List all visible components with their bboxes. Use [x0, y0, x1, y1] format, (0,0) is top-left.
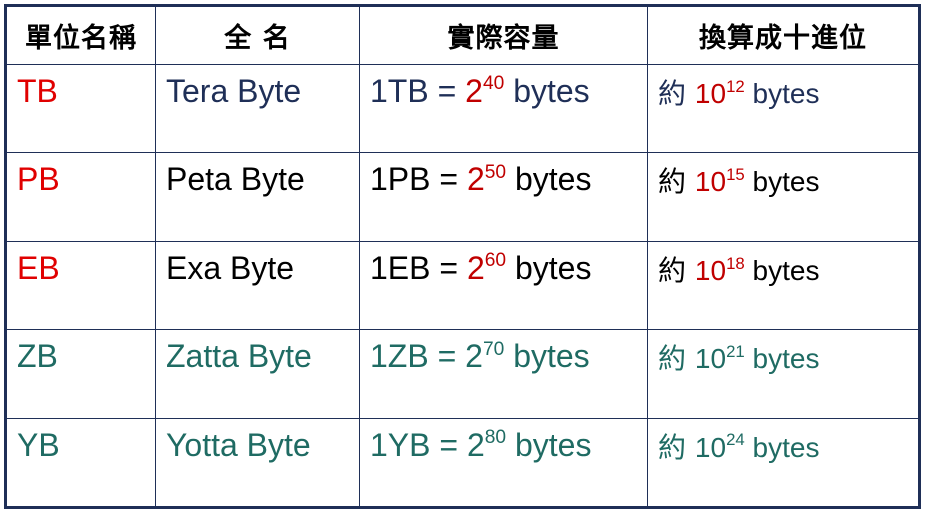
decimal-approx-cell: 約 1018 bytes: [647, 240, 919, 331]
decimal-approx-cell: 約 1024 bytes: [647, 417, 919, 508]
full-name: Yotta Byte: [166, 426, 311, 463]
actual-capacity-cell: 1ZB = 270 bytes: [359, 329, 648, 419]
approx-power-base: 10: [694, 343, 727, 375]
actual-power-base: 2: [466, 161, 485, 198]
approx-power-exponent: 21: [726, 342, 745, 362]
approx-power-exponent: 12: [726, 76, 745, 96]
unit-symbol: YB: [17, 426, 60, 463]
storage-units-table-container: 單位名稱 全 名 實際容量 換算成十進位 TB Tera Byte 1TB = 24…: [4, 4, 921, 509]
actual-suffix: bytes: [504, 73, 590, 109]
unit-symbol: PB: [17, 161, 60, 198]
full-name: Zatta Byte: [166, 338, 312, 375]
unit-symbol: TB: [17, 73, 58, 109]
table-row: ZB Zatta Byte 1ZB = 270 bytes 約 1021 bytes: [6, 329, 919, 419]
actual-suffix: bytes: [506, 249, 592, 286]
decimal-approx-cell: 約 1021 bytes: [647, 329, 919, 419]
header-full-name: 全 名: [155, 6, 360, 65]
approx-prefix: 約: [658, 165, 695, 199]
header-actual-capacity: 實際容量: [359, 6, 648, 65]
approx-prefix: 約: [658, 77, 695, 110]
approx-power-base: 10: [694, 78, 727, 109]
unit-cell: EB: [6, 240, 156, 331]
actual-capacity-cell: 1TB = 240 bytes: [359, 63, 648, 154]
approx-power-exponent: 18: [726, 253, 745, 273]
unit-cell: PB: [6, 152, 156, 242]
actual-power-exponent: 80: [484, 426, 507, 448]
decimal-approx-cell: 約 1015 bytes: [647, 152, 919, 242]
header-unit-name: 單位名稱: [6, 6, 156, 65]
table-header-row: 單位名稱 全 名 實際容量 換算成十進位: [6, 6, 919, 65]
actual-prefix: 1YB =: [370, 426, 467, 463]
approx-power-base: 10: [694, 254, 727, 286]
actual-power-base: 2: [465, 73, 483, 109]
actual-power-base: 2: [466, 249, 485, 286]
unit-symbol: ZB: [17, 338, 58, 375]
full-name-cell: Zatta Byte: [155, 329, 360, 419]
actual-suffix: bytes: [506, 161, 592, 198]
actual-suffix: bytes: [504, 338, 590, 375]
approx-suffix: bytes: [744, 166, 820, 198]
full-name-cell: Yotta Byte: [155, 417, 360, 508]
approx-suffix: bytes: [744, 78, 820, 109]
actual-power-exponent: 40: [482, 73, 505, 95]
approx-suffix: bytes: [744, 431, 820, 463]
approx-power-base: 10: [694, 166, 727, 198]
unit-cell: ZB: [6, 329, 156, 419]
actual-prefix: 1ZB =: [370, 338, 466, 375]
approx-power-exponent: 15: [726, 165, 745, 185]
approx-prefix: 約: [658, 342, 695, 376]
actual-prefix: 1TB =: [370, 73, 466, 109]
unit-cell: YB: [6, 417, 156, 508]
full-name: Exa Byte: [166, 249, 295, 286]
actual-prefix: 1PB =: [370, 161, 467, 198]
table-body: TB Tera Byte 1TB = 240 bytes 約 1012 bytes PB…: [6, 63, 919, 508]
table-row: TB Tera Byte 1TB = 240 bytes 約 1012 bytes: [6, 63, 919, 154]
approx-prefix: 約: [658, 430, 695, 464]
actual-power-exponent: 60: [484, 250, 507, 272]
storage-units-table: 單位名稱 全 名 實際容量 換算成十進位 TB Tera Byte 1TB = 24…: [6, 6, 919, 508]
table-row: EB Exa Byte 1EB = 260 bytes 約 1018 bytes: [6, 240, 919, 331]
approx-power-base: 10: [694, 431, 727, 463]
table-row: PB Peta Byte 1PB = 250 bytes 約 1015 bytes: [6, 152, 919, 242]
actual-prefix: 1EB =: [370, 249, 467, 286]
actual-capacity-cell: 1PB = 250 bytes: [359, 152, 648, 242]
actual-power-exponent: 70: [482, 338, 505, 360]
approx-prefix: 約: [658, 253, 695, 287]
actual-capacity-cell: 1EB = 260 bytes: [359, 240, 648, 331]
approx-suffix: bytes: [744, 343, 820, 375]
actual-power-base: 2: [465, 338, 483, 375]
actual-power-exponent: 50: [484, 161, 507, 183]
full-name-cell: Exa Byte: [155, 240, 360, 331]
approx-suffix: bytes: [744, 254, 820, 286]
decimal-approx-cell: 約 1012 bytes: [647, 63, 919, 154]
header-decimal-conversion: 換算成十進位: [647, 6, 919, 65]
actual-power-base: 2: [466, 426, 485, 463]
approx-power-exponent: 24: [726, 430, 745, 450]
table-row: YB Yotta Byte 1YB = 280 bytes 約 1024 bytes: [6, 417, 919, 508]
full-name: Peta Byte: [166, 161, 305, 198]
unit-symbol: EB: [17, 249, 60, 286]
full-name: Tera Byte: [166, 73, 302, 109]
full-name-cell: Tera Byte: [155, 63, 360, 154]
actual-capacity-cell: 1YB = 280 bytes: [359, 417, 648, 508]
unit-cell: TB: [6, 63, 156, 154]
actual-suffix: bytes: [506, 426, 592, 463]
full-name-cell: Peta Byte: [155, 152, 360, 242]
